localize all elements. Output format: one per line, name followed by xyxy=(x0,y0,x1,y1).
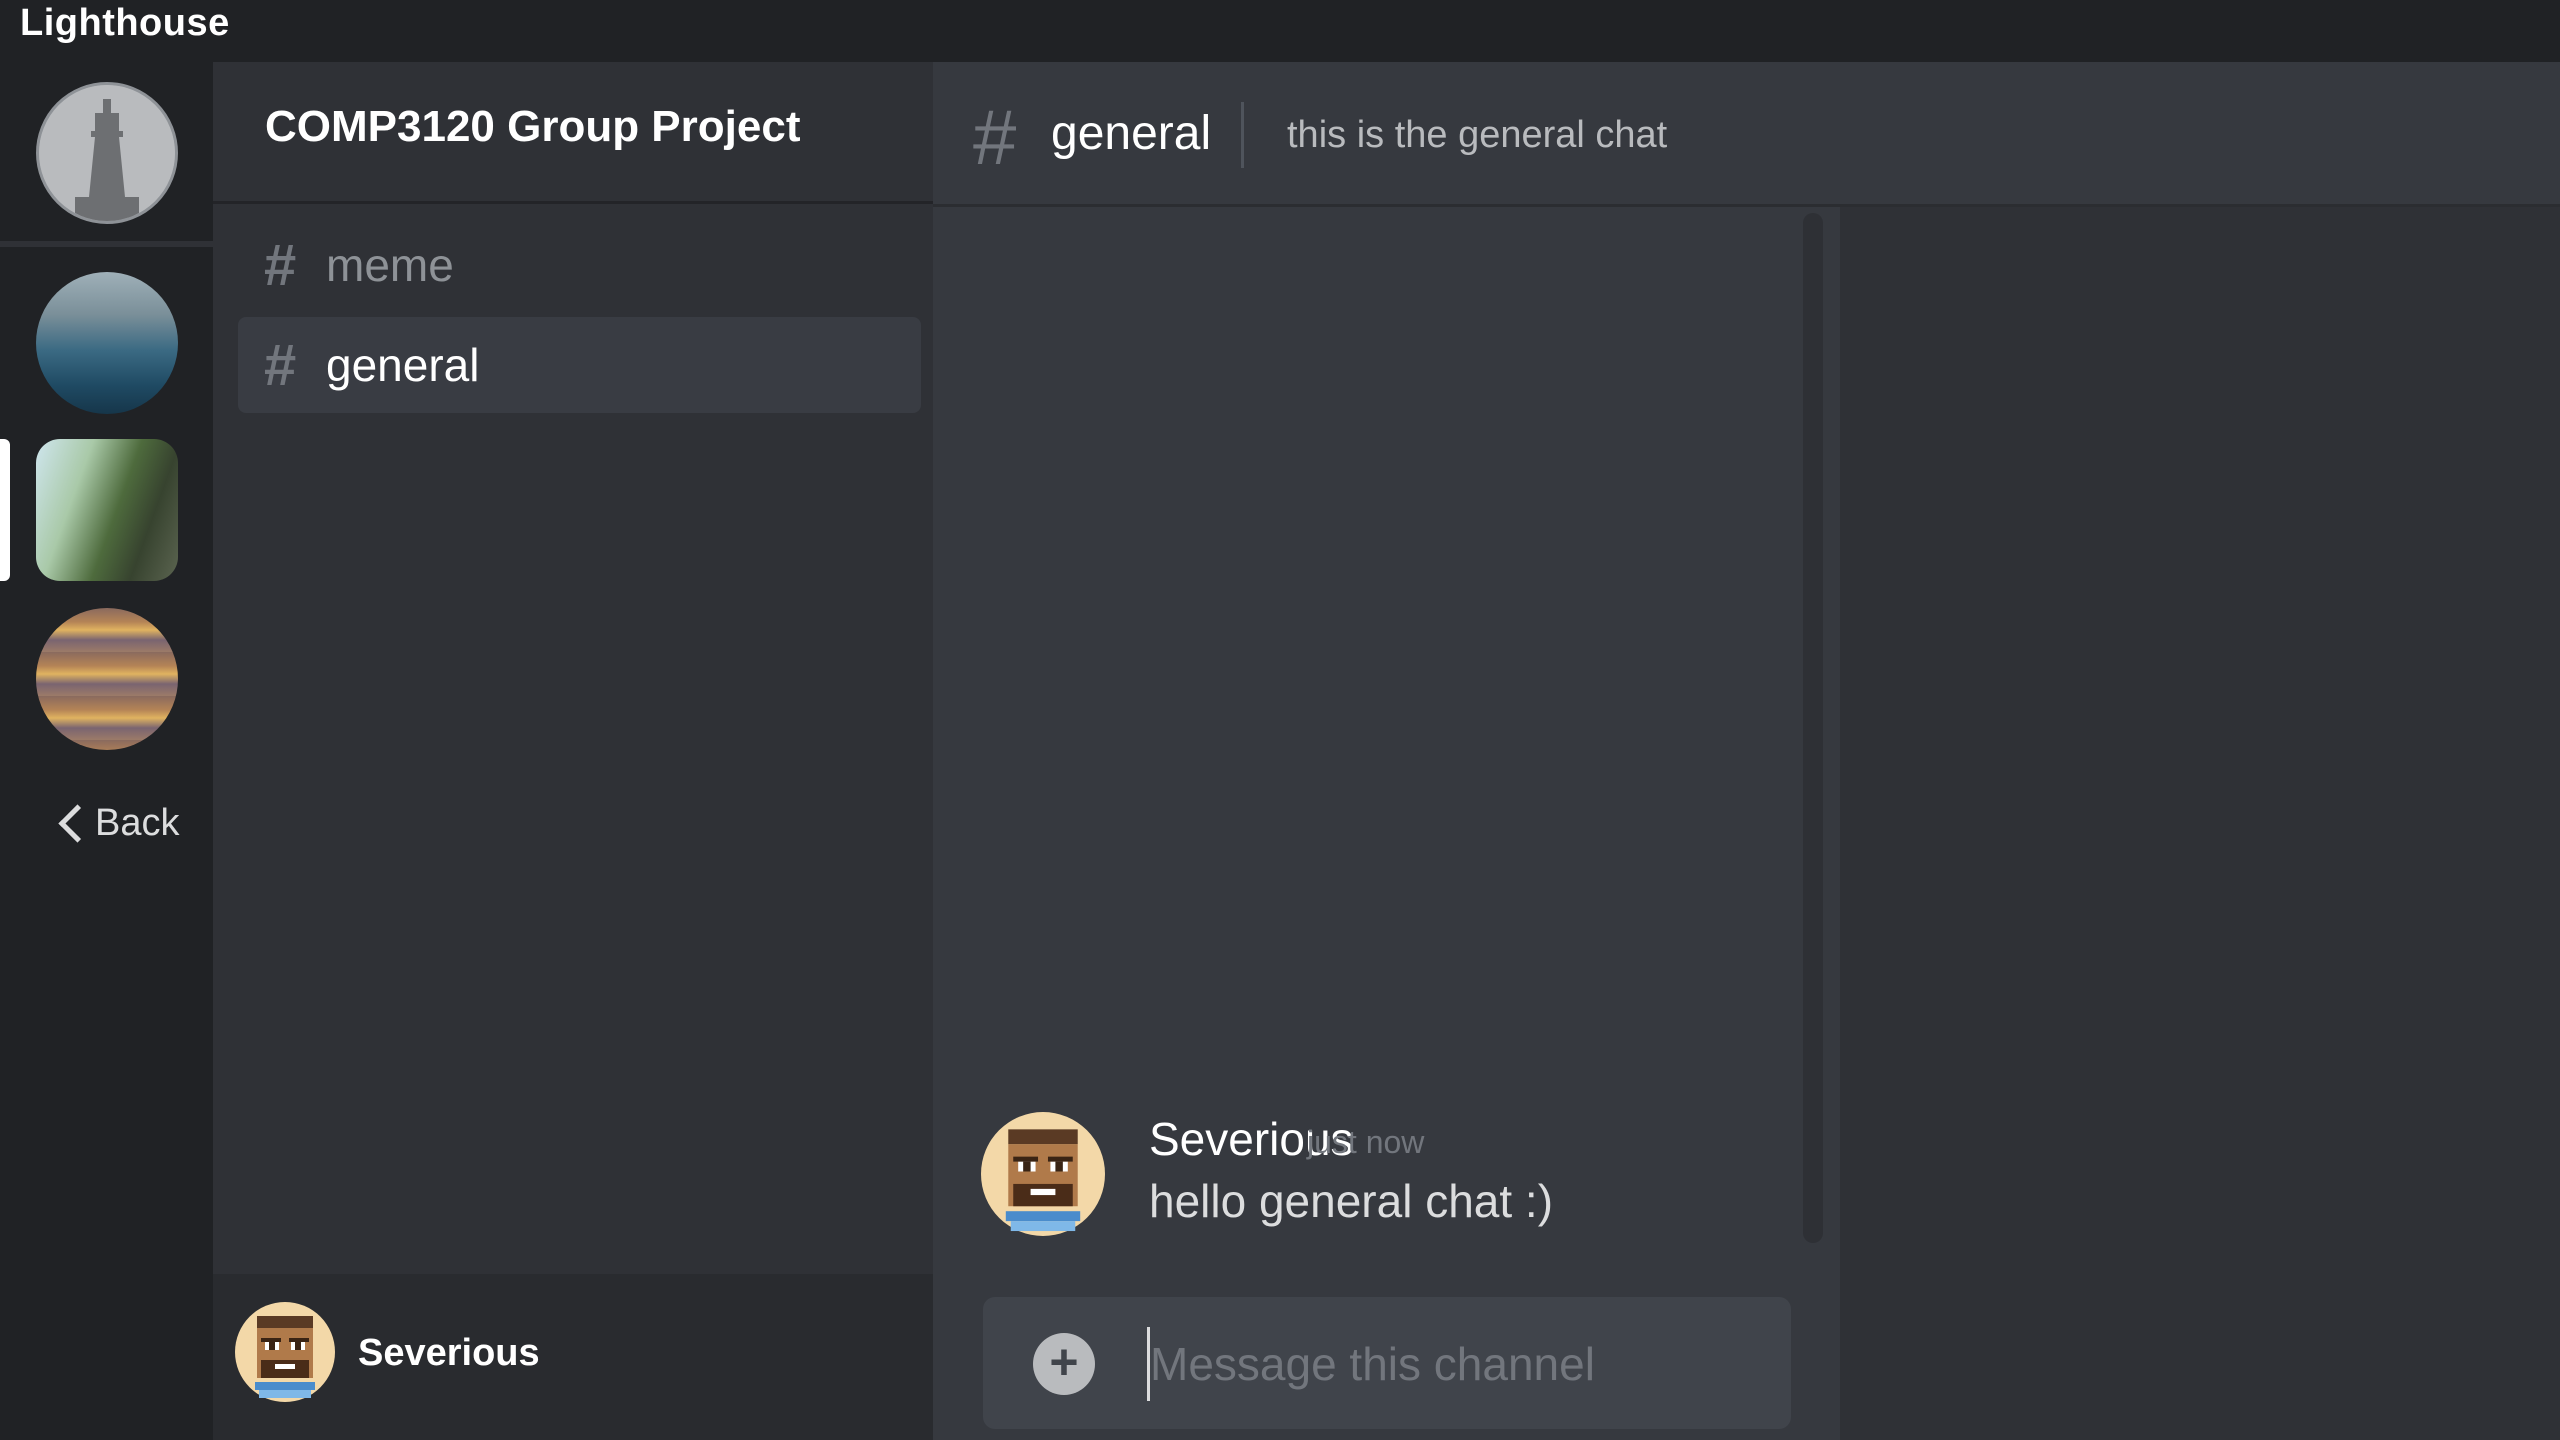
member-list xyxy=(1840,207,2560,1440)
add-attachment-button[interactable]: + xyxy=(1033,1333,1095,1395)
message-input[interactable] xyxy=(1147,1327,1752,1401)
lighthouse-icon xyxy=(39,85,175,221)
home-button[interactable] xyxy=(36,82,178,224)
current-username: Severious xyxy=(358,1332,540,1374)
server-rail: Back xyxy=(0,62,213,1440)
back-label: Back xyxy=(95,802,180,844)
channel-label: general xyxy=(326,339,480,391)
back-button[interactable]: Back xyxy=(58,802,179,845)
avatar[interactable] xyxy=(981,1112,1105,1236)
active-server-indicator xyxy=(0,439,10,581)
header-divider xyxy=(1241,102,1244,168)
hash-icon: # xyxy=(973,93,1017,181)
channel-topic: this is the general chat xyxy=(1287,114,1668,156)
user-panel: Severious xyxy=(213,1274,933,1440)
guild-header[interactable]: COMP3120 Group Project xyxy=(213,62,933,204)
hash-icon: # xyxy=(264,332,297,398)
app-title-bar: Lighthouse xyxy=(0,0,2560,62)
channel-item-general[interactable]: # general xyxy=(238,317,921,413)
message-pane: Severious just now hello general chat :)… xyxy=(933,207,1840,1440)
chevron-left-icon xyxy=(58,804,97,843)
hash-icon: # xyxy=(264,232,297,298)
channel-label: meme xyxy=(326,239,454,291)
app-title: Lighthouse xyxy=(20,2,230,44)
chat-header: # general this is the general chat xyxy=(933,62,2560,207)
channel-item-meme[interactable]: # meme xyxy=(238,217,921,313)
message-composer: + xyxy=(983,1297,1791,1429)
chat-area: # general this is the general chat Sever… xyxy=(933,62,2560,1440)
channel-sidebar: COMP3120 Group Project # meme # general … xyxy=(213,62,933,1440)
message-timestamp: just now xyxy=(1307,1124,1425,1160)
rail-divider xyxy=(0,241,213,247)
message-item: Severious just now hello general chat :) xyxy=(981,1112,1781,1242)
message-text: hello general chat :) xyxy=(1149,1175,1554,1227)
guild-name: COMP3120 Group Project xyxy=(265,102,801,151)
message-scrollbar[interactable] xyxy=(1803,213,1823,1243)
avatar[interactable] xyxy=(235,1302,335,1402)
server-icon-stairs[interactable] xyxy=(36,608,178,750)
server-icon-cliff[interactable] xyxy=(36,439,178,581)
server-icon-ocean[interactable] xyxy=(36,272,178,414)
chat-channel-name: general xyxy=(1051,107,1212,160)
